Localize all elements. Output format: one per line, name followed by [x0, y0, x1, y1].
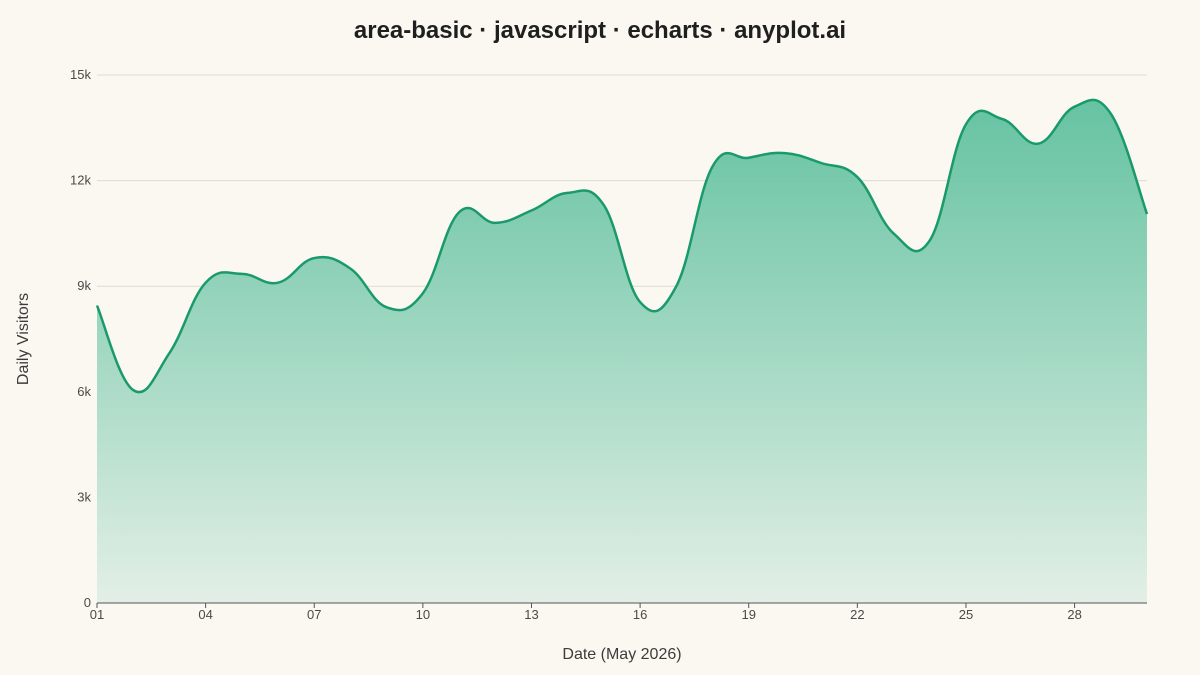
x-tick-label: 13 — [524, 607, 538, 622]
x-tick-label: 19 — [741, 607, 755, 622]
y-tick-label: 15k — [70, 67, 91, 82]
y-axis-title: Daily Visitors — [15, 293, 32, 385]
x-tick-label: 25 — [959, 607, 973, 622]
area-series — [95, 98, 1149, 603]
x-tick-label: 10 — [416, 607, 430, 622]
x-axis-title: Date (May 2026) — [562, 646, 681, 663]
y-tick-label: 3k — [77, 489, 91, 504]
x-tick-label: 22 — [850, 607, 864, 622]
area-fill — [97, 99, 1147, 603]
x-tick-label: 07 — [307, 607, 321, 622]
chart-container: area-basic · javascript · echarts · anyp… — [0, 0, 1200, 675]
x-tick-label: 01 — [90, 607, 104, 622]
x-tick-label: 04 — [198, 607, 212, 622]
y-tick-label: 9k — [77, 278, 91, 293]
y-tick-label: 12k — [70, 173, 91, 188]
x-tick-label: 28 — [1067, 607, 1081, 622]
y-tick-label: 6k — [77, 384, 91, 399]
axes: 01 04 07 10 13 16 19 22 25 28 — [90, 602, 1147, 622]
area-chart: 03k6k9k12k15k 01 04 07 10 13 16 19 22 25 28 Date … — [15, 67, 1149, 663]
x-tick-label: 16 — [633, 607, 647, 622]
